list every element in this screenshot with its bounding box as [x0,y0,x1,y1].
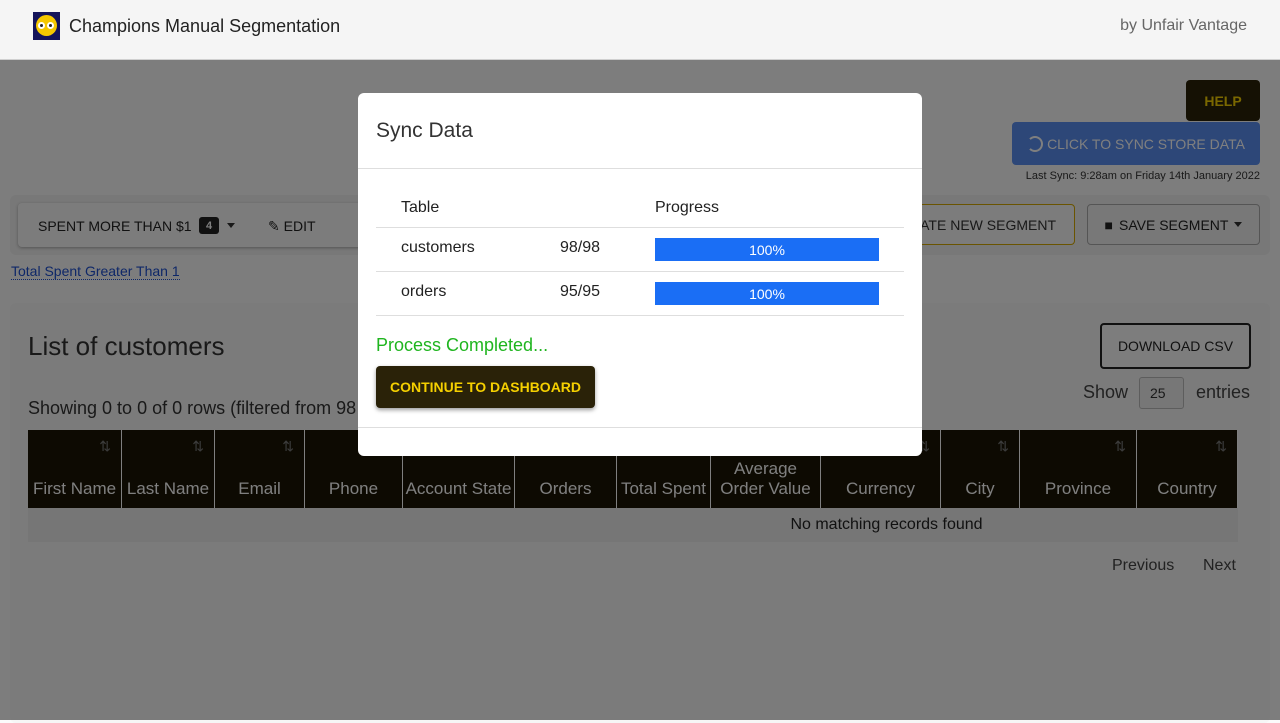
divider [376,315,904,316]
col-header-table: Table [401,199,440,216]
byline: by Unfair Vantage [1120,17,1247,34]
app-title: Champions Manual Segmentation [69,16,341,36]
app-header: Champions Manual Segmentation by Unfair … [0,0,1280,60]
modal-title: Sync Data [376,119,473,142]
process-status: Process Completed... [376,335,549,355]
progress-fill: 100% [655,282,879,305]
col-header-progress: Progress [655,199,720,216]
sync-data-modal: Sync Data Table Progress customers 98/98… [358,93,922,456]
divider [358,427,922,428]
progress-bar: 100% [655,238,879,261]
sync-count: 98/98 [560,239,601,256]
continue-to-dashboard-button[interactable]: Continue to Dashboard [376,366,595,408]
owl-logo-icon [33,12,60,40]
progress-bar: 100% [655,282,879,305]
divider [376,227,904,228]
sync-table-name: customers [401,239,475,256]
sync-table-name: orders [401,283,447,300]
divider [358,168,922,169]
progress-fill: 100% [655,238,879,261]
divider [376,271,904,272]
sync-count: 95/95 [560,283,601,300]
